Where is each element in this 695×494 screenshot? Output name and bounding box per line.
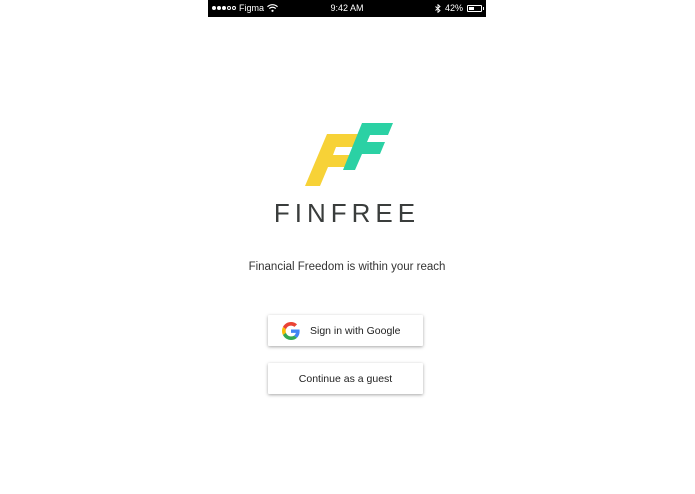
google-g-icon: [282, 321, 300, 340]
guest-label: Continue as a guest: [298, 372, 393, 385]
battery-fill: [469, 6, 474, 10]
tagline: Financial Freedom is within your reach: [248, 261, 446, 273]
phone-screen: Figma 9:42 AM 42% FINFREE Financial Free…: [208, 0, 486, 494]
brand-name: FINFREE: [273, 198, 421, 228]
status-bar-right: 42%: [435, 3, 484, 13]
status-bar: Figma 9:42 AM 42%: [208, 0, 486, 17]
bluetooth-icon: [435, 3, 441, 13]
finfree-logo: [305, 123, 393, 186]
continue-as-guest-button[interactable]: Continue as a guest: [268, 363, 423, 394]
google-signin-button[interactable]: Sign in with Google: [268, 315, 423, 346]
battery-percent: 42%: [444, 3, 463, 13]
battery-icon: [467, 4, 484, 12]
google-signin-label: Sign in with Google: [310, 324, 401, 337]
